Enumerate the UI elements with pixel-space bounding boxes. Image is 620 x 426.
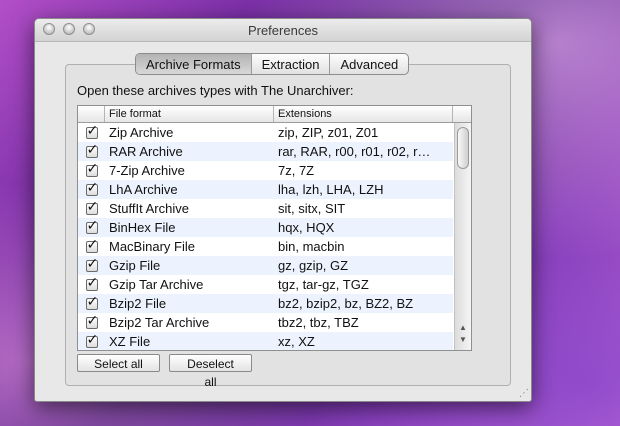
table-row[interactable]: Gzip Tar Archive tgz, tar-gz, TGZ xyxy=(78,275,453,294)
title-bar[interactable]: Preferences xyxy=(35,19,531,42)
format-extensions: 7z, 7Z xyxy=(278,163,315,178)
resize-grip-icon[interactable]: ⋰ xyxy=(519,388,529,399)
table-row[interactable]: XZ File xz, XZ xyxy=(78,332,453,350)
formats-table: File format Extensions Zip Archive zip, … xyxy=(77,105,472,351)
format-checkbox[interactable] xyxy=(85,199,98,215)
format-extensions: gz, gzip, GZ xyxy=(278,258,349,273)
table-row[interactable]: BinHex File hqx, HQX xyxy=(78,218,453,237)
format-name: Gzip File xyxy=(109,258,161,273)
table-row[interactable]: 7-Zip Archive 7z, 7Z xyxy=(78,161,453,180)
format-extensions: xz, XZ xyxy=(278,334,315,349)
format-checkbox[interactable] xyxy=(85,161,98,177)
table-row[interactable]: Bzip2 File bz2, bzip2, bz, BZ2, BZ xyxy=(78,294,453,313)
tab-advanced[interactable]: Advanced xyxy=(330,54,408,74)
tab-extraction[interactable]: Extraction xyxy=(252,54,331,74)
format-extensions: tgz, tar-gz, TGZ xyxy=(278,277,369,292)
table-row[interactable]: MacBinary File bin, macbin xyxy=(78,237,453,256)
scroll-down-arrow-icon[interactable]: ▼ xyxy=(459,336,467,344)
format-checkbox[interactable] xyxy=(85,180,98,196)
table-row[interactable]: Gzip File gz, gzip, GZ xyxy=(78,256,453,275)
table-header: File format Extensions xyxy=(78,106,471,123)
format-checkbox[interactable] xyxy=(85,332,98,348)
table-row[interactable]: Zip Archive zip, ZIP, z01, Z01 xyxy=(78,123,453,142)
format-extensions: bin, macbin xyxy=(278,239,345,254)
format-extensions: hqx, HQX xyxy=(278,220,335,235)
format-name: StuffIt Archive xyxy=(109,201,189,216)
tab-archive-formats[interactable]: Archive Formats xyxy=(136,54,252,74)
select-all-button[interactable]: Select all xyxy=(77,354,160,372)
window-title: Preferences xyxy=(247,23,319,38)
preferences-window: Preferences Archive Formats Extraction A… xyxy=(34,18,532,402)
format-checkbox[interactable] xyxy=(85,123,98,139)
table-row[interactable]: LhA Archive lha, lzh, LHA, LZH xyxy=(78,180,453,199)
scrollbar-thumb[interactable] xyxy=(457,127,469,169)
format-name: Bzip2 File xyxy=(109,296,167,311)
format-name: BinHex File xyxy=(109,220,176,235)
intro-text: Open these archives types with The Unarc… xyxy=(77,83,354,98)
preferences-tabs: Archive Formats Extraction Advanced xyxy=(135,53,410,75)
format-name: Gzip Tar Archive xyxy=(109,277,204,292)
format-extensions: rar, RAR, r00, r01, r02, r… xyxy=(278,144,431,159)
format-extensions: bz2, bzip2, bz, BZ2, BZ xyxy=(278,296,414,311)
format-name: XZ File xyxy=(109,334,151,349)
format-checkbox[interactable] xyxy=(85,294,98,310)
table-rows: Zip Archive zip, ZIP, z01, Z01 RAR Archi… xyxy=(78,123,453,350)
deselect-all-button[interactable]: Deselect all xyxy=(169,354,252,389)
header-checkbox-column[interactable] xyxy=(78,106,105,122)
vertical-scrollbar[interactable]: ▲ ▼ xyxy=(454,123,471,350)
format-checkbox[interactable] xyxy=(85,275,98,291)
format-checkbox[interactable] xyxy=(85,142,98,158)
header-extensions[interactable]: Extensions xyxy=(274,106,453,122)
header-spacer xyxy=(453,106,471,122)
format-name: Bzip2 Tar Archive xyxy=(109,315,210,330)
format-checkbox[interactable] xyxy=(85,256,98,272)
format-name: MacBinary File xyxy=(109,239,195,254)
header-file-format[interactable]: File format xyxy=(105,106,274,122)
table-row[interactable]: Bzip2 Tar Archive tbz2, tbz, TBZ xyxy=(78,313,453,332)
format-checkbox[interactable] xyxy=(85,313,98,329)
format-extensions: zip, ZIP, z01, Z01 xyxy=(278,125,379,140)
format-extensions: lha, lzh, LHA, LZH xyxy=(278,182,384,197)
scroll-up-arrow-icon[interactable]: ▲ xyxy=(459,324,467,332)
format-name: 7-Zip Archive xyxy=(109,163,185,178)
format-checkbox[interactable] xyxy=(85,237,98,253)
format-name: LhA Archive xyxy=(109,182,178,197)
format-name: Zip Archive xyxy=(109,125,174,140)
format-extensions: tbz2, tbz, TBZ xyxy=(278,315,359,330)
table-row[interactable]: StuffIt Archive sit, sitx, SIT xyxy=(78,199,453,218)
format-extensions: sit, sitx, SIT xyxy=(278,201,346,216)
format-name: RAR Archive xyxy=(109,144,183,159)
format-checkbox[interactable] xyxy=(85,218,98,234)
table-row[interactable]: RAR Archive rar, RAR, r00, r01, r02, r… xyxy=(78,142,453,161)
